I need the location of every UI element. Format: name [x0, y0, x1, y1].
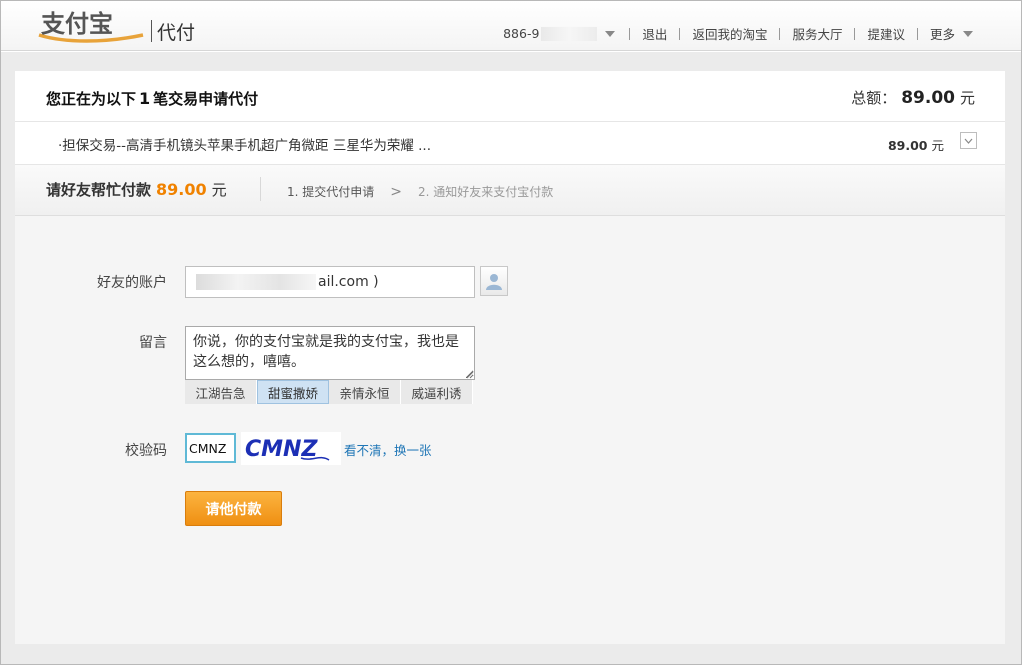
ask-currency: 元	[211, 181, 227, 199]
order-row: ·担保交易--高清手机镜头苹果手机超广角微距 三星华为荣耀 ... 89.00 …	[15, 122, 1005, 164]
step-1: 1. 提交代付申请	[287, 185, 375, 199]
total-label: 总额：	[851, 89, 897, 107]
template-tab[interactable]: 亲情永恒	[329, 380, 401, 404]
account-label: 好友的账户	[97, 275, 167, 291]
account-mask	[196, 274, 316, 290]
template-tab[interactable]: 威逼利诱	[401, 380, 473, 404]
order-amount-value: 89.00	[887, 138, 928, 153]
total-currency: 元	[959, 89, 975, 107]
alipay-logo[interactable]: 支付宝	[35, 5, 147, 45]
nav-suggestion[interactable]: 提建议	[855, 24, 917, 43]
chevron-down-icon	[605, 30, 616, 37]
order-amount: 89.00 元	[888, 135, 944, 154]
progress-steps: 1. 提交代付申请 > 2. 通知好友来支付宝付款	[287, 183, 553, 200]
order-name: ·担保交易--高清手机镜头苹果手机超广角微距 三星华为荣耀 ...	[58, 138, 431, 154]
contacts-button[interactable]	[480, 266, 508, 296]
expand-order-button[interactable]	[960, 132, 977, 149]
request-pay-button[interactable]: 请他付款	[185, 491, 282, 526]
captcha-text: CMNZ	[245, 437, 318, 462]
product-name: 代付	[157, 22, 196, 44]
message-label: 留言	[139, 335, 167, 351]
order-currency: 元	[931, 138, 944, 153]
step-separator	[260, 177, 261, 201]
summary-title-suffix: 笔交易申请代付	[153, 90, 259, 108]
ask-friend-pay: 请好友帮忙付款 89.00 元	[46, 179, 227, 200]
message-textarea[interactable]: 你说，你的支付宝就是我的支付宝，我也是这么想的，嘻嘻。	[185, 326, 475, 380]
transaction-summary: 您正在为以下 1 笔交易申请代付 总额： 89.00 元 ·担保交易--高清手机镜头…	[15, 71, 1005, 216]
account-mask	[541, 26, 598, 41]
resize-grip-icon[interactable]	[465, 370, 474, 379]
ask-label: 请好友帮忙付款	[46, 181, 152, 199]
summary-title: 您正在为以下 1 笔交易申请代付	[46, 88, 258, 109]
account-menu[interactable]: 886-9	[491, 26, 629, 41]
main-panel: 您正在为以下 1 笔交易申请代付 总额： 89.00 元 ·担保交易--高清手机镜头…	[15, 71, 1005, 644]
ask-amount: 89.00	[156, 180, 207, 199]
step-2: 2. 通知好友来支付宝付款	[418, 185, 554, 199]
step-arrow: >	[390, 183, 402, 200]
summary-title-prefix: 您正在为以下	[46, 90, 137, 108]
total-amount: 总额： 89.00 元	[851, 87, 975, 108]
chevron-down-icon	[963, 30, 973, 37]
contact-icon	[486, 274, 502, 290]
step-bar: 请好友帮忙付款 89.00 元 1. 提交代付申请 > 2. 通知好友来支付宝付…	[15, 165, 1005, 216]
refresh-captcha-link[interactable]: 看不清，换一张	[344, 440, 432, 459]
account-id: 886-9	[503, 26, 540, 41]
account-value: ail.com )	[318, 274, 379, 290]
template-tab[interactable]: 江湖告急	[185, 380, 257, 404]
nav-more[interactable]: 更多	[918, 24, 973, 43]
top-nav: 886-9 退出 返回我的淘宝 服务大厅 提建议 更多	[491, 24, 973, 43]
captcha-image[interactable]: CMNZ	[241, 432, 341, 465]
chevron-down-icon	[964, 138, 973, 144]
verification-code-input[interactable]: CMNZ	[185, 433, 236, 463]
nav-back-taobao[interactable]: 返回我的淘宝	[680, 24, 779, 43]
template-tab-active[interactable]: 甜蜜撒娇	[257, 380, 329, 404]
logo-separator	[151, 20, 152, 42]
nav-service-hall[interactable]: 服务大厅	[780, 24, 854, 43]
friend-account-field[interactable]: ail.com )	[185, 266, 475, 298]
svg-text:支付宝: 支付宝	[41, 10, 113, 38]
top-bar: 支付宝 代付 886-9 退出 返回我的淘宝 服务大厅 提建议 更多	[1, 1, 1021, 51]
transaction-count: 1	[139, 89, 151, 108]
message-templates: 江湖告急 甜蜜撒娇 亲情永恒 威逼利诱	[185, 380, 473, 404]
total-value: 89.00	[901, 88, 955, 108]
nav-logout[interactable]: 退出	[630, 24, 679, 43]
code-label: 校验码	[125, 443, 167, 459]
nav-more-label: 更多	[929, 27, 955, 42]
